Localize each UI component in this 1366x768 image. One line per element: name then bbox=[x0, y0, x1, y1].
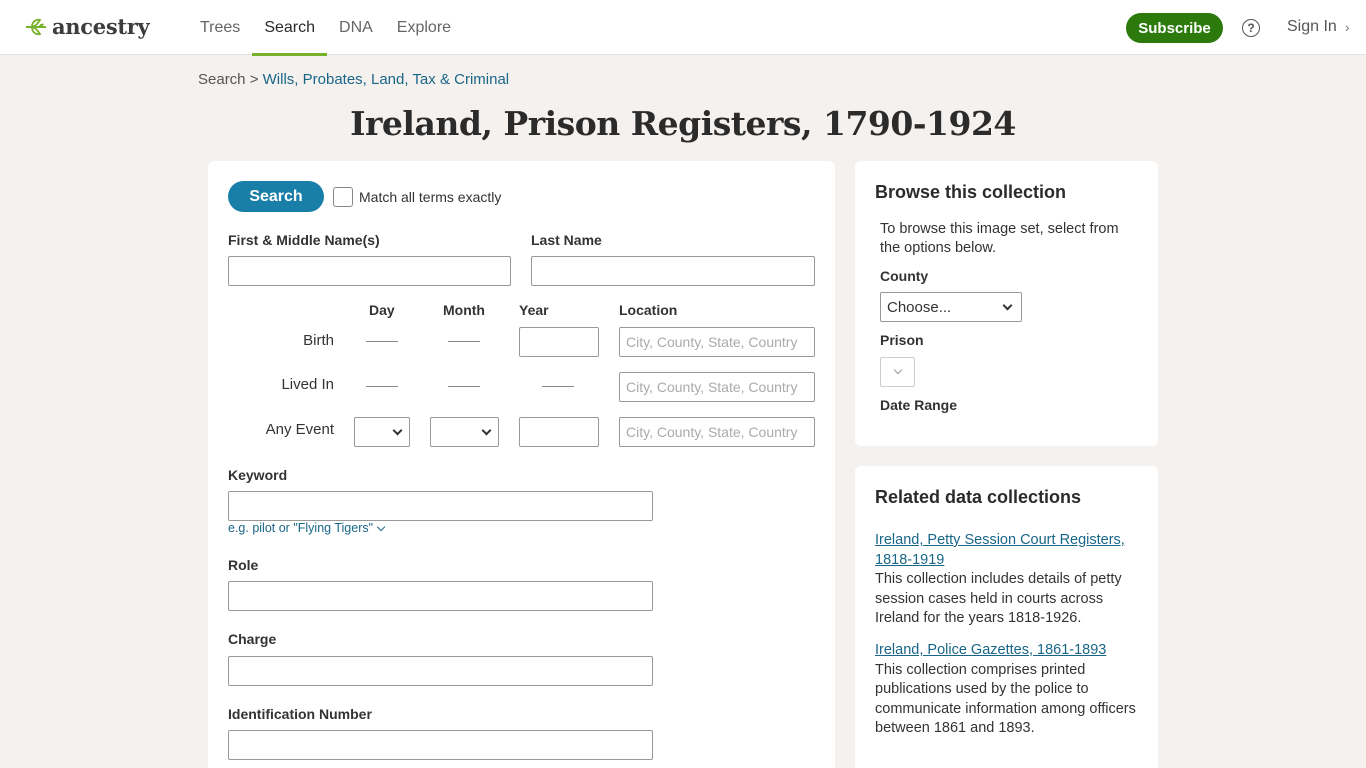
subscribe-button[interactable]: Subscribe bbox=[1126, 13, 1223, 43]
birth-location-input[interactable]: City, County, State, Country bbox=[619, 327, 815, 357]
birth-month-placeholder bbox=[448, 341, 480, 342]
related-title: Related data collections bbox=[875, 487, 1082, 507]
match-exact-label: Match all terms exactly bbox=[359, 189, 502, 205]
any-event-day-select[interactable] bbox=[354, 417, 410, 447]
charge-label: Charge bbox=[228, 631, 277, 647]
match-exact-checkbox[interactable] bbox=[333, 187, 353, 207]
birth-day-placeholder bbox=[366, 341, 398, 342]
lived-in-day-placeholder bbox=[366, 386, 398, 387]
browse-description: To browse this image set, select from th… bbox=[880, 221, 1119, 256]
first-name-label: First & Middle Name(s) bbox=[228, 232, 380, 248]
nav-dna[interactable]: DNA bbox=[327, 0, 385, 55]
birth-row-label: Birth bbox=[303, 332, 334, 349]
location-column-label: Location bbox=[619, 302, 678, 318]
chevron-right-icon: › bbox=[1344, 19, 1350, 35]
related-item-link[interactable]: Ireland, Petty Session Court Registers, … bbox=[875, 532, 1125, 568]
keyword-label: Keyword bbox=[228, 467, 288, 483]
date-range-label: Date Range bbox=[880, 397, 958, 413]
browse-title: Browse this collection bbox=[875, 182, 1067, 202]
lived-in-location-input[interactable]: City, County, State, Country bbox=[619, 372, 815, 402]
any-event-month-select[interactable] bbox=[430, 417, 499, 447]
last-name-input[interactable] bbox=[531, 256, 815, 286]
lived-in-row-label: Lived In bbox=[281, 376, 334, 393]
match-exact-option[interactable]: Match all terms exactly bbox=[333, 187, 501, 207]
keyword-hint-toggle[interactable]: e.g. pilot or "Flying Tigers" bbox=[228, 521, 386, 535]
identification-number-label: Identification Number bbox=[228, 706, 372, 722]
county-select-value: Choose... bbox=[887, 298, 952, 316]
first-name-input[interactable] bbox=[228, 256, 511, 286]
county-select[interactable]: Choose... bbox=[880, 292, 1022, 322]
search-button[interactable]: Search bbox=[228, 181, 324, 212]
breadcrumb: Search > Wills, Probates, Land, Tax & Cr… bbox=[198, 71, 509, 88]
sign-in-link[interactable]: Sign In › bbox=[1287, 18, 1349, 36]
chevron-down-icon bbox=[376, 522, 386, 531]
top-navigation-bar: ancestry Trees Search DNA Explore Subscr… bbox=[0, 0, 1366, 56]
any-event-year-input[interactable] bbox=[519, 417, 599, 447]
lived-in-year-placeholder bbox=[542, 386, 574, 387]
prison-select[interactable] bbox=[880, 357, 915, 387]
related-item: Ireland, Police Gazettes, 1861-1893 This… bbox=[875, 641, 1137, 739]
nav-explore[interactable]: Explore bbox=[385, 0, 463, 55]
keyword-hint-text: e.g. pilot or "Flying Tigers" bbox=[228, 521, 374, 535]
help-icon[interactable]: ? bbox=[1242, 19, 1260, 37]
browse-collection-card: Browse this collection To browse this im… bbox=[855, 161, 1158, 446]
nav-search[interactable]: Search bbox=[252, 0, 327, 56]
leaf-logo-icon bbox=[26, 18, 46, 35]
last-name-label: Last Name bbox=[531, 232, 602, 248]
related-item-link[interactable]: Ireland, Police Gazettes, 1861-1893 bbox=[875, 642, 1106, 658]
related-collections-card: Related data collections Ireland, Petty … bbox=[855, 466, 1158, 768]
role-label: Role bbox=[228, 557, 259, 573]
chevron-down-icon bbox=[1002, 300, 1013, 310]
related-item-description: This collection includes details of pett… bbox=[875, 571, 1122, 626]
year-column-label: Year bbox=[519, 302, 549, 318]
main-nav: Trees Search DNA Explore bbox=[200, 0, 463, 56]
sign-in-label: Sign In bbox=[1287, 18, 1337, 35]
day-column-label: Day bbox=[369, 302, 395, 318]
any-event-location-input[interactable]: City, County, State, Country bbox=[619, 417, 815, 447]
chevron-down-icon bbox=[893, 365, 902, 375]
keyword-input[interactable] bbox=[228, 491, 653, 521]
any-event-row-label: Any Event bbox=[265, 421, 334, 438]
county-label: County bbox=[880, 268, 929, 284]
nav-trees[interactable]: Trees bbox=[200, 0, 252, 55]
charge-input[interactable] bbox=[228, 656, 653, 686]
breadcrumb-separator: > bbox=[249, 71, 259, 88]
chevron-down-icon bbox=[392, 425, 403, 435]
breadcrumb-root: Search bbox=[198, 71, 246, 88]
ancestry-logo[interactable]: ancestry bbox=[24, 14, 150, 39]
prison-label: Prison bbox=[880, 332, 924, 348]
related-item-description: This collection comprises printed public… bbox=[875, 661, 1136, 737]
chevron-down-icon bbox=[481, 425, 492, 435]
logo-text: ancestry bbox=[52, 14, 150, 39]
search-form-card: Search Match all terms exactly First & M… bbox=[208, 161, 835, 768]
page-title: Ireland, Prison Registers, 1790-1924 bbox=[350, 104, 1016, 143]
birth-year-input[interactable] bbox=[519, 327, 599, 357]
breadcrumb-current-link[interactable]: Wills, Probates, Land, Tax & Criminal bbox=[263, 71, 509, 88]
role-input[interactable] bbox=[228, 581, 653, 611]
identification-number-input[interactable] bbox=[228, 730, 653, 760]
month-column-label: Month bbox=[443, 302, 485, 318]
related-item: Ireland, Petty Session Court Registers, … bbox=[875, 531, 1137, 629]
lived-in-month-placeholder bbox=[448, 386, 480, 387]
